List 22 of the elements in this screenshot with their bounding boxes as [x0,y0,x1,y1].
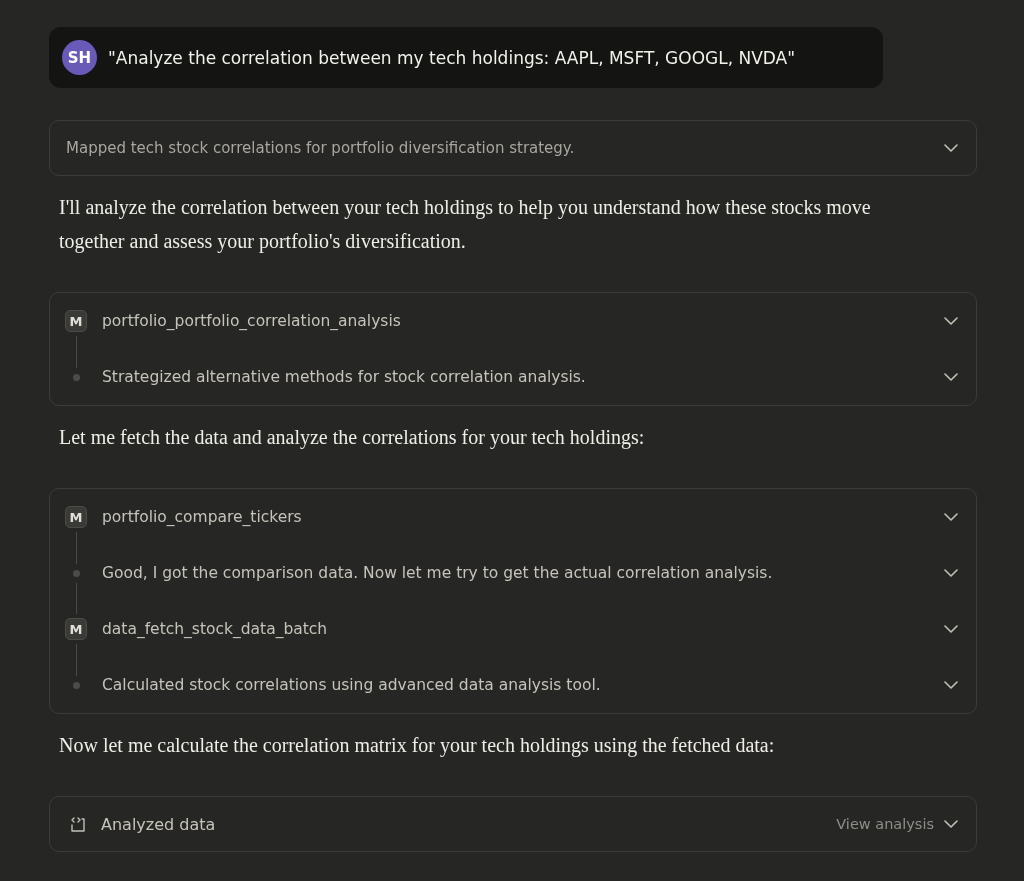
tool-name[interactable]: data_fetch_stock_data_batch [102,620,328,638]
tool-badge: M [65,310,87,332]
response-paragraph: Let me fetch the data and analyze the correlations for your tech holdings: [59,425,646,451]
tool-badge: M [65,618,87,640]
tool-name[interactable]: portfolio_portfolio_correlation_analysis [102,312,401,330]
user-avatar: SH [62,40,97,75]
response-paragraph: Now let me calculate the correlation matrix for your tech holdings using the fetched data: [59,733,776,759]
tool-name[interactable]: portfolio_compare_tickers [102,508,302,526]
view-analysis-link[interactable]: View analysis [836,816,934,832]
summary-card[interactable]: Mapped tech stock correlations for portfolio diversification strategy. [49,120,977,176]
thought-summary[interactable]: Calculated stock correlations using advanced data analysis tool. [102,676,601,694]
dot-icon [72,569,80,577]
code-bracket-icon [70,815,86,833]
dot-icon [72,681,80,689]
response-paragraph: I'll analyze the correlation between your tech holdings to help you understand how these stocks move together and assess your portfolio's diversification. [59,195,872,255]
tool-badge: M [65,506,87,528]
artifact-title: Analyzed data [101,814,217,834]
dot-icon [72,373,80,381]
thought-summary[interactable]: Strategized alternative methods for stock correlation analysis. [102,368,586,386]
thought-summary[interactable]: Good, I got the comparison data. Now let me try to get the actual correlation analysis. [102,564,773,582]
artifact-card[interactable]: Analyzed data View analysis [49,796,977,852]
user-message-text: "Analyze the correlation between my tech holdings: AAPL, MSFT, GOOGL, NVDA" [108,47,796,68]
